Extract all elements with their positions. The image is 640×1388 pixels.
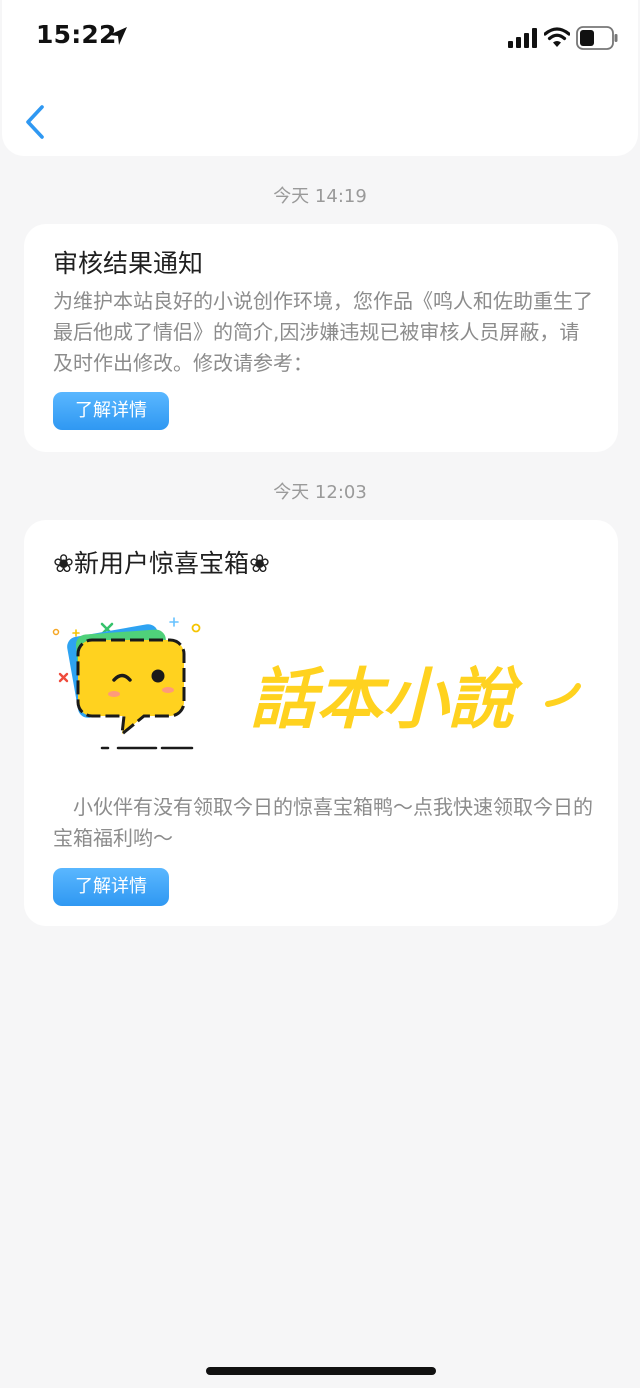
back-button[interactable]	[20, 100, 56, 144]
message-time: 今天 12:03	[273, 482, 367, 503]
message-body: 为维护本站良好的小说创作环境，您作品《鸣人和佐助重生了最后他成了情侣》的简介,因…	[53, 289, 593, 375]
message-screen: 15:22 今天 14:19 审核结果通知 为维护本站良好的小说创作环境，您作品	[0, 0, 640, 1388]
message-body: 小伙伴有没有领取今日的惊喜宝箱鸭～点我快速领取今日的宝箱福利哟～	[53, 795, 593, 850]
chevron-left-icon	[26, 105, 44, 139]
learn-more-button[interactable]: 了解详情	[53, 868, 169, 906]
message-card: 审核结果通知 为维护本站良好的小说创作环境，您作品《鸣人和佐助重生了最后他成了情…	[24, 224, 618, 452]
promo-banner[interactable]: 話本小說	[52, 612, 592, 762]
status-time: 15:22	[36, 20, 117, 49]
signal-icon	[508, 28, 537, 48]
wifi-icon	[544, 27, 570, 47]
chat-bubble-mascot-icon: 話本小說	[52, 617, 581, 750]
location-arrow-icon	[109, 27, 127, 45]
learn-more-button[interactable]: 了解详情	[53, 392, 169, 430]
message-title: ❀新用户惊喜宝箱❀	[53, 549, 270, 578]
top-bar: 15:22	[2, 0, 638, 156]
logo-text: 話本小說	[250, 661, 523, 738]
message-card: ❀新用户惊喜宝箱❀ 話本小說 小伙伴有没有领取今日的惊喜宝箱鸭～点我快速领取今日…	[24, 520, 618, 926]
message-time: 今天 14:19	[273, 186, 367, 207]
message-title: 审核结果通知	[53, 249, 204, 278]
battery-icon	[576, 26, 618, 50]
home-indicator[interactable]	[206, 1367, 436, 1375]
